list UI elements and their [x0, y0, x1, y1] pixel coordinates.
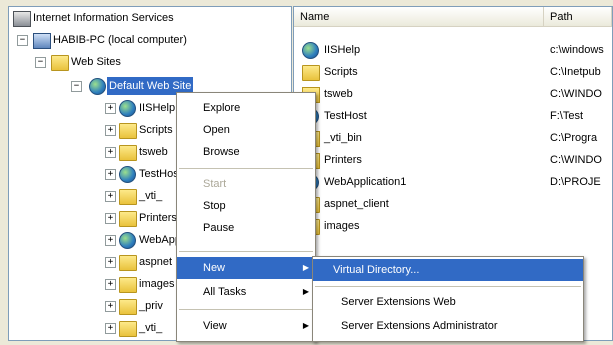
website-globe-icon	[89, 78, 106, 95]
collapse-toggle[interactable]: −	[71, 81, 82, 92]
column-header-path[interactable]: Path	[544, 7, 612, 27]
tree-node-label: WebApp	[139, 234, 181, 246]
folder-icon	[119, 189, 137, 205]
expand-toggle[interactable]: +	[105, 301, 116, 312]
expand-toggle[interactable]: +	[105, 323, 116, 334]
item-path: C:\Inetpub	[550, 66, 601, 78]
folder-icon	[119, 123, 137, 139]
tree-node-label: tsweb	[139, 146, 168, 158]
item-name: aspnet_client	[324, 198, 389, 210]
context-menu: Explore Open Browse Start Stop Pause New…	[176, 92, 316, 342]
menu-item-label: New	[203, 262, 226, 274]
computer-icon	[33, 33, 51, 49]
globe-icon	[119, 232, 136, 249]
folder-icon	[119, 299, 137, 315]
menu-item-new[interactable]: New ▶	[177, 257, 315, 279]
tree-node-label: images	[139, 278, 175, 290]
menu-separator	[315, 286, 581, 287]
item-name: TestHost	[324, 110, 367, 122]
menu-separator	[179, 309, 313, 310]
globe-icon	[119, 166, 136, 183]
menu-item-view[interactable]: View ▶	[177, 315, 315, 337]
menu-item-start[interactable]: Start	[177, 173, 315, 195]
tree-node-label: aspnet	[139, 256, 173, 268]
menu-item-virtual-directory[interactable]: Virtual Directory...	[313, 259, 583, 281]
menu-item-stop[interactable]: Stop	[177, 195, 315, 217]
list-item[interactable]: aspnet_client	[302, 195, 612, 213]
tree-node-label: Web Sites	[71, 56, 121, 68]
menu-item-pause[interactable]: Pause	[177, 217, 315, 239]
item-name: Scripts	[324, 66, 358, 78]
item-name: _vti_bin	[324, 132, 362, 144]
menu-item-open[interactable]: Open	[177, 119, 315, 141]
item-path: C:\WINDO	[550, 154, 602, 166]
list-item[interactable]: images	[302, 217, 612, 235]
list-item[interactable]: TestHost F:\Test	[302, 107, 612, 125]
tree-node-label: _vti_	[139, 190, 163, 202]
list-item[interactable]: IISHelp c:\windows	[302, 41, 612, 59]
folder-icon	[51, 55, 69, 71]
expand-toggle[interactable]: +	[105, 147, 116, 158]
menu-item-all-tasks[interactable]: All Tasks ▶	[177, 281, 315, 303]
menu-item-server-extensions-web[interactable]: Server Extensions Web	[313, 291, 583, 313]
folder-icon	[119, 145, 137, 161]
expand-toggle[interactable]: +	[105, 257, 116, 268]
menu-item-browse[interactable]: Browse	[177, 141, 315, 163]
folder-icon	[119, 255, 137, 271]
item-path: C:\WINDO	[550, 88, 602, 100]
collapse-toggle[interactable]: −	[35, 57, 46, 68]
menu-separator	[179, 168, 313, 169]
item-name: images	[324, 220, 360, 232]
item-name: Printers	[324, 154, 362, 166]
item-name: tsweb	[324, 88, 353, 100]
tree-node-label: Printers	[139, 212, 177, 224]
item-name: WebApplication1	[324, 176, 407, 188]
expand-toggle[interactable]: +	[105, 103, 116, 114]
list-item[interactable]: tsweb C:\WINDO	[302, 85, 612, 103]
folder-icon	[119, 211, 137, 227]
tree-node-label: HABIB-PC (local computer)	[53, 34, 187, 46]
help-globe-icon	[119, 100, 136, 117]
item-path: F:\Test	[550, 110, 584, 122]
expand-toggle[interactable]: +	[105, 279, 116, 290]
submenu-arrow-icon: ▶	[302, 263, 309, 272]
menu-item-label: View	[203, 320, 227, 332]
menu-item-label: All Tasks	[203, 286, 247, 298]
item-path: C:\Progra	[550, 132, 598, 144]
list-item[interactable]: Printers C:\WINDO	[302, 151, 612, 169]
expand-toggle[interactable]: +	[105, 213, 116, 224]
mmc-window: Internet Information Services − HABIB-PC…	[0, 0, 613, 345]
help-globe-icon	[302, 42, 319, 59]
menu-item-explore[interactable]: Explore	[177, 97, 315, 119]
submenu-new: Virtual Directory... Server Extensions W…	[312, 256, 584, 342]
item-path: c:\windows	[550, 44, 604, 56]
folder-icon	[302, 65, 320, 81]
collapse-toggle[interactable]: −	[17, 35, 28, 46]
column-header-name[interactable]: Name	[294, 7, 544, 27]
iis-icon	[13, 11, 31, 27]
tree-node-label: _priv	[139, 300, 163, 312]
tree-node-label: IISHelp	[139, 102, 176, 114]
tree-node-label: Scripts	[139, 124, 173, 136]
list-item[interactable]: Scripts C:\Inetpub	[302, 63, 612, 81]
submenu-arrow-icon: ▶	[302, 287, 309, 296]
folder-icon	[119, 321, 137, 337]
folder-icon	[119, 277, 137, 293]
expand-toggle[interactable]: +	[105, 235, 116, 246]
expand-toggle[interactable]: +	[105, 191, 116, 202]
expand-toggle[interactable]: +	[105, 169, 116, 180]
list-item[interactable]: WebApplication1 D:\PROJE	[302, 173, 612, 191]
item-name: IISHelp	[324, 44, 361, 56]
menu-separator	[179, 251, 313, 252]
submenu-arrow-icon: ▶	[302, 321, 309, 330]
expand-toggle[interactable]: +	[105, 125, 116, 136]
tree-node-label: Internet Information Services	[33, 12, 174, 24]
menu-item-server-extensions-admin[interactable]: Server Extensions Administrator	[313, 315, 583, 337]
list-item[interactable]: _vti_bin C:\Progra	[302, 129, 612, 147]
item-path: D:\PROJE	[550, 176, 601, 188]
tree-node-label: _vti_	[139, 322, 163, 334]
